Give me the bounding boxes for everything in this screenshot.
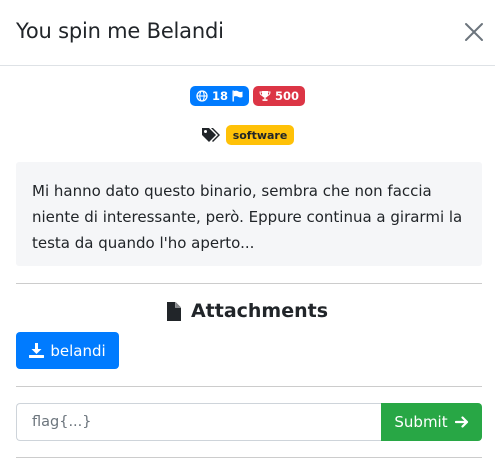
modal-header: You spin me Belandi — [0, 0, 495, 66]
attachments-title: Attachments — [190, 300, 329, 322]
globe-icon — [196, 90, 208, 102]
flag-icon — [232, 90, 243, 102]
submit-label: Submit — [394, 413, 448, 431]
solves-count: 18 — [211, 89, 228, 103]
download-icon — [29, 343, 45, 358]
attachments-heading: Attachments — [0, 300, 495, 322]
challenge-badges: 18 500 — [0, 86, 495, 106]
close-icon — [465, 23, 483, 41]
tags-icon — [201, 128, 220, 142]
challenge-title: You spin me Belandi — [16, 19, 224, 43]
trophy-icon — [259, 91, 271, 101]
close-button[interactable] — [462, 20, 486, 44]
flag-input[interactable] — [16, 403, 382, 441]
points-value: 500 — [275, 89, 300, 103]
challenge-description: Mi hanno dato questo binario, sembra che… — [16, 162, 482, 266]
challenge-tags: software — [0, 125, 495, 145]
points-badge: 500 — [253, 86, 306, 106]
arrow-right-icon — [454, 416, 468, 428]
download-belandi-button[interactable]: belandi — [16, 332, 119, 369]
download-label: belandi — [50, 341, 106, 360]
file-icon — [166, 301, 181, 321]
divider — [16, 283, 482, 284]
challenge-modal: You spin me Belandi 18 500 software Mi h… — [0, 0, 495, 458]
submit-button[interactable]: Submit — [381, 403, 482, 441]
tag-badge: software — [225, 125, 295, 145]
divider — [16, 386, 482, 387]
solves-badge: 18 — [189, 86, 249, 106]
